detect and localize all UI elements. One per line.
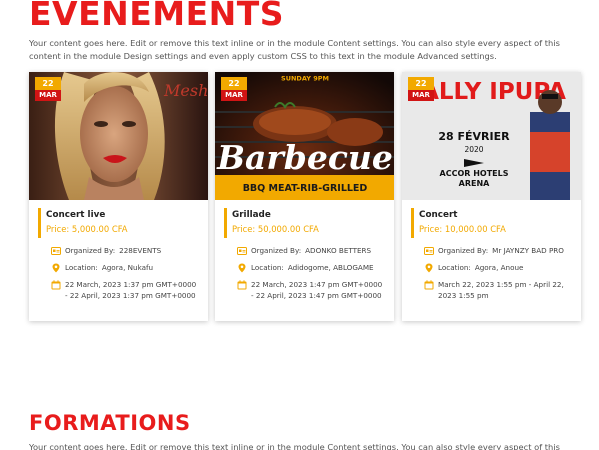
location-label: Location: (438, 263, 471, 272)
image-caption-date: 28 FÉVRIER (438, 130, 510, 143)
event-info: Concert live Price: 5,000.00 CFA (38, 208, 128, 238)
event-name[interactable]: Concert (419, 208, 506, 222)
event-image-concert-live[interactable]: Mesh 22 MAR (29, 72, 208, 200)
formations-section-title: FORMATIONS (29, 411, 191, 435)
image-caption-time: SUNDAY 9PM (281, 75, 329, 83)
event-name[interactable]: Grillade (232, 208, 319, 222)
event-dates: 22 March, 2023 1:37 pm GMT+0000 - 22 Apr… (65, 280, 197, 300)
svg-text:Mesh: Mesh (163, 81, 208, 100)
date-badge-day: 22 (35, 77, 61, 90)
event-price: Price: 50,000.00 CFA (232, 224, 319, 234)
id-card-icon (237, 247, 247, 255)
organizer-label: Organized By: (438, 246, 489, 255)
event-cards-grid: Mesh 22 MAR Concert live Price: 5,000.00… (29, 72, 581, 322)
organizer-value[interactable]: 228EVENTS (119, 245, 161, 256)
location-label: Location: (251, 263, 284, 272)
date-badge-day: 22 (221, 77, 247, 90)
image-caption-title: Barbecue (216, 138, 393, 177)
location-row: Location: Agora, Nukafu (51, 262, 201, 273)
event-dates: 22 March, 2023 1:47 pm GMT+0000 - 22 Apr… (251, 280, 383, 300)
calendar-icon (51, 280, 61, 290)
organizer-label: Organized By: (251, 246, 302, 255)
dates-row: 22 March, 2023 1:37 pm GMT+0000 - 22 Apr… (51, 279, 201, 301)
location-value[interactable]: Agora, Nukafu (102, 262, 153, 273)
event-name[interactable]: Concert live (46, 208, 128, 222)
date-badge: 22 MAR (221, 77, 247, 101)
date-badge-month: MAR (35, 90, 61, 101)
event-info: Concert Price: 10,000.00 CFA (411, 208, 506, 238)
event-card[interactable]: FALLY IPUPA 28 FÉVRIER 2020 ACCOR HOTELS… (402, 72, 581, 321)
events-section-title: EVENEMENTS (29, 0, 285, 33)
event-dates: March 22, 2023 1:55 pm - April 22, 2023 … (438, 280, 564, 300)
image-caption-venue-line-1: ACCOR HOTELS (440, 169, 509, 178)
events-intro-text: Your content goes here. Edit or remove t… (29, 38, 560, 61)
dates-row: March 22, 2023 1:55 pm - April 22, 2023 … (424, 279, 574, 301)
map-pin-icon (238, 263, 246, 273)
image-caption-subtitle: BBQ MEAT-RIB-GRILLED (243, 183, 368, 194)
location-value[interactable]: Agora, Anoue (475, 262, 524, 273)
id-card-icon (51, 247, 61, 255)
calendar-icon (237, 280, 247, 290)
date-badge-month: MAR (221, 90, 247, 101)
event-image-concert[interactable]: FALLY IPUPA 28 FÉVRIER 2020 ACCOR HOTELS… (402, 72, 581, 200)
calendar-icon (424, 280, 434, 290)
location-row: Location: Agora, Anoue (424, 262, 574, 273)
map-pin-icon (52, 263, 60, 273)
event-image-grillade[interactable]: SUNDAY 9PM Barbecue BBQ MEAT-RIB-GRILLED… (215, 72, 394, 200)
event-info: Grillade Price: 50,000.00 CFA (224, 208, 319, 238)
organizer-value[interactable]: ADONKO BETTERS (305, 245, 371, 256)
image-caption-year: 2020 (464, 145, 483, 154)
event-card[interactable]: Mesh 22 MAR Concert live Price: 5,000.00… (29, 72, 208, 321)
dates-row: 22 March, 2023 1:47 pm GMT+0000 - 22 Apr… (237, 279, 387, 301)
location-label: Location: (65, 263, 98, 272)
formations-intro-text: Your content goes here. Edit or remove t… (29, 442, 560, 450)
id-card-icon (424, 247, 434, 255)
image-caption-venue-line-2: ARENA (459, 179, 491, 188)
event-price: Price: 10,000.00 CFA (419, 224, 506, 234)
date-badge: 22 MAR (408, 77, 434, 101)
organizer-row: Organized By: Mr JAYNZY BAD PRO (424, 245, 574, 256)
date-badge-month: MAR (408, 90, 434, 101)
organizer-value[interactable]: Mr JAYNZY BAD PRO (492, 245, 564, 256)
location-row: Location: Adidogome, ABLOGAME (237, 262, 387, 273)
date-badge-day: 22 (408, 77, 434, 90)
location-value[interactable]: Adidogome, ABLOGAME (288, 262, 374, 273)
map-pin-icon (425, 263, 433, 273)
organizer-label: Organized By: (65, 246, 116, 255)
organizer-row: Organized By: 228EVENTS (51, 245, 201, 256)
event-card[interactable]: SUNDAY 9PM Barbecue BBQ MEAT-RIB-GRILLED… (215, 72, 394, 321)
organizer-row: Organized By: ADONKO BETTERS (237, 245, 387, 256)
event-price: Price: 5,000.00 CFA (46, 224, 128, 234)
date-badge: 22 MAR (35, 77, 61, 101)
